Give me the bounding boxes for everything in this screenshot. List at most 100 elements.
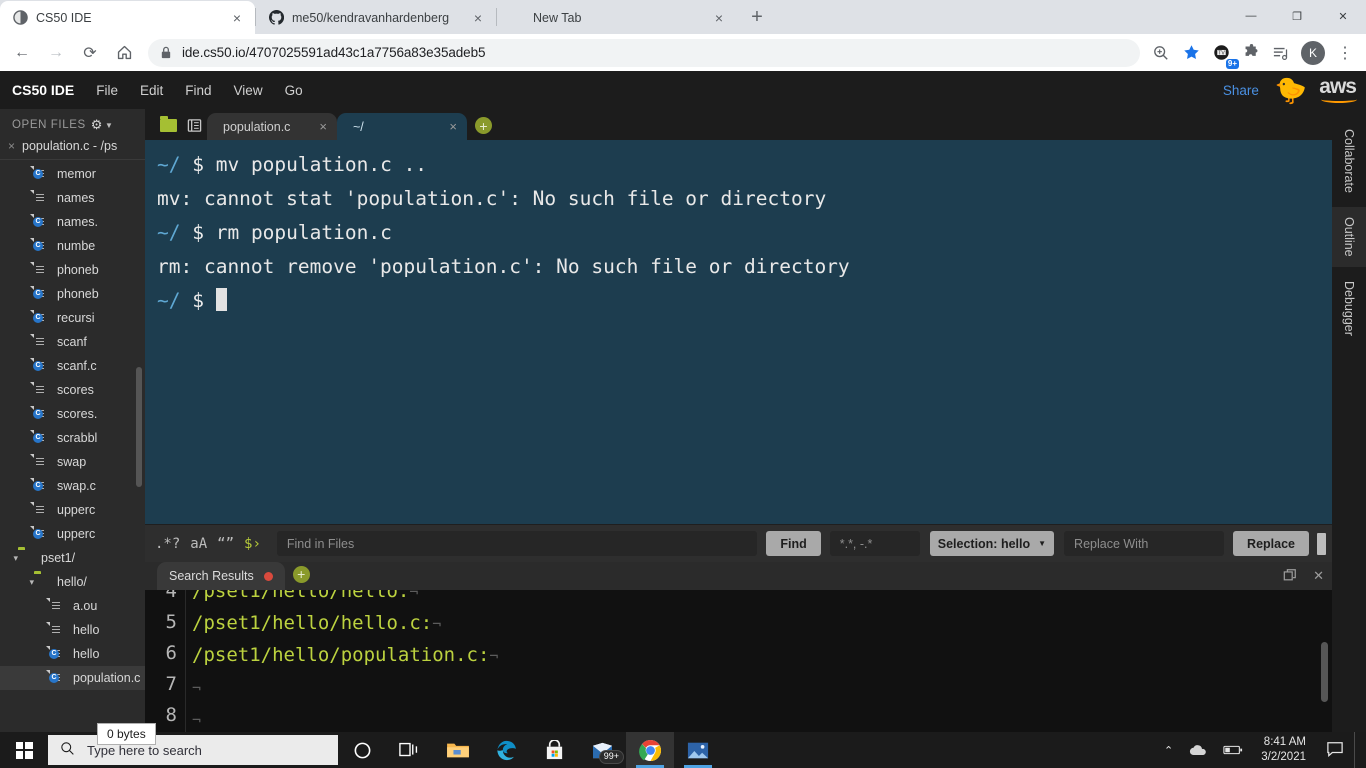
restore-icon[interactable] [1283, 568, 1297, 585]
chrome-icon[interactable] [626, 732, 674, 768]
tree-file[interactable]: Cnames. [0, 210, 145, 234]
search-result-line[interactable]: /pset1/hello/hello.c:¬ [192, 608, 1332, 640]
rail-tab-outline[interactable]: Outline [1332, 206, 1366, 267]
editor-tab-population-c[interactable]: population.c × [207, 113, 337, 140]
tree-file[interactable]: Cpopulation.c [0, 666, 145, 690]
close-icon[interactable]: × [709, 8, 729, 28]
tree-file[interactable]: upperc [0, 498, 145, 522]
taskbar-search-input[interactable]: Type here to search [48, 735, 338, 765]
browser-tab-github[interactable]: me50/kendravanhardenberg × [256, 1, 496, 34]
open-file-item[interactable]: × population.c - /ps [0, 137, 145, 159]
battery-icon[interactable] [1215, 744, 1251, 756]
tree-file[interactable]: scanf [0, 330, 145, 354]
match-case-toggle[interactable]: aA [190, 536, 207, 552]
tree-file[interactable]: Cupperc [0, 522, 145, 546]
close-icon[interactable]: × [227, 8, 247, 28]
tree-file[interactable]: hello [0, 618, 145, 642]
notification-icon[interactable] [1316, 741, 1354, 760]
menu-go[interactable]: Go [285, 83, 303, 98]
reading-list-icon[interactable] [1266, 38, 1296, 68]
find-button[interactable]: Find [766, 531, 821, 556]
search-scope-dropdown[interactable]: Selection: hello ▼ [929, 531, 1055, 556]
photos-icon[interactable] [674, 732, 722, 768]
tree-folder[interactable]: ▾ hello/ [0, 570, 145, 594]
tree-file[interactable]: Crecursi [0, 306, 145, 330]
replace-input[interactable]: Replace With [1064, 531, 1225, 556]
tree-folder[interactable]: ▾ pset1/ [0, 546, 145, 570]
tree-twisty[interactable]: ▾ [0, 553, 18, 564]
back-button[interactable]: ← [6, 37, 38, 69]
new-terminal-tab-button[interactable]: + [475, 117, 492, 134]
maximize-button[interactable]: ❐ [1274, 0, 1320, 32]
terminal-tab-home[interactable]: ~/ × [337, 113, 467, 140]
cloud-icon[interactable] [1181, 744, 1215, 757]
tree-file[interactable]: scores [0, 378, 145, 402]
split-panel-icon[interactable] [181, 112, 207, 138]
search-result-line[interactable]: /pset1/hello/population.c:¬ [192, 640, 1332, 672]
close-icon[interactable]: ✕ [1313, 568, 1324, 584]
reload-button[interactable]: ⟳ [74, 37, 106, 69]
tree-file[interactable]: names [0, 186, 145, 210]
extension-icon[interactable]: TV 9+ [1206, 38, 1239, 69]
avatar[interactable]: K [1301, 40, 1325, 65]
tree-file[interactable]: swap [0, 450, 145, 474]
close-icon[interactable]: × [468, 8, 488, 28]
tree-file[interactable]: Cscrabbl [0, 426, 145, 450]
tray-chevron-icon[interactable]: ⌃ [1156, 744, 1181, 757]
tree-file[interactable]: Cscanf.c [0, 354, 145, 378]
menu-find[interactable]: Find [185, 83, 211, 98]
home-button[interactable] [108, 37, 140, 69]
rail-tab-debugger[interactable]: Debugger [1332, 271, 1366, 346]
search-results-content[interactable]: 45678 /pset1/hello/hello:¬/pset1/hello/h… [145, 590, 1332, 732]
tree-file[interactable]: Cnumbe [0, 234, 145, 258]
search-results-scrollbar[interactable] [1321, 642, 1328, 702]
browser-tab-new-tab[interactable]: New Tab × [497, 1, 737, 34]
file-filter-input[interactable]: *.*, -.* [829, 531, 920, 556]
show-desktop-button[interactable] [1354, 732, 1362, 768]
search-result-line[interactable]: ¬ [192, 672, 1332, 704]
rail-tab-collaborate[interactable]: Collaborate [1332, 119, 1366, 203]
taskbar-clock[interactable]: 8:41 AM 3/2/2021 [1251, 735, 1316, 765]
microsoft-store-icon[interactable] [530, 732, 578, 768]
tree-file[interactable]: Cscores. [0, 402, 145, 426]
console-toggle[interactable]: $› [244, 536, 261, 552]
tree-file[interactable]: Cswap.c [0, 474, 145, 498]
tree-file[interactable]: phoneb [0, 258, 145, 282]
puzzle-icon[interactable] [1236, 38, 1266, 68]
start-button[interactable] [0, 732, 48, 768]
tree-twisty[interactable]: ▾ [0, 577, 34, 588]
close-icon[interactable]: × [449, 119, 457, 134]
tree-file[interactable]: Chello [0, 642, 145, 666]
forward-button[interactable]: → [40, 37, 72, 69]
star-icon[interactable] [1176, 38, 1206, 68]
whole-word-toggle[interactable]: “” [217, 536, 234, 552]
edge-icon[interactable] [482, 732, 530, 768]
menu-edit[interactable]: Edit [140, 83, 163, 98]
address-bar[interactable]: ide.cs50.io/4707025591ad43c1a7756a83e35a… [148, 38, 1140, 67]
gear-icon[interactable]: ⚙ [91, 117, 103, 133]
new-tab-button[interactable]: + [743, 3, 771, 31]
tree-file[interactable]: Cmemor [0, 162, 145, 186]
find-input[interactable]: Find in Files [276, 531, 758, 556]
search-result-line[interactable]: ¬ [192, 704, 1332, 732]
file-explorer-icon[interactable] [434, 732, 482, 768]
browser-tab-cs50-ide[interactable]: CS50 IDE × [0, 1, 255, 34]
sidebar-scrollbar[interactable] [136, 367, 142, 487]
zoom-in-icon[interactable] [1146, 38, 1176, 68]
minimize-button[interactable]: — [1228, 0, 1274, 32]
task-view-icon[interactable] [386, 732, 434, 768]
close-icon[interactable]: × [319, 119, 327, 134]
close-icon[interactable]: × [8, 139, 15, 153]
tree-file[interactable]: a.ou [0, 594, 145, 618]
resize-grip[interactable] [1317, 532, 1326, 555]
mail-icon[interactable]: 99+ [578, 732, 626, 768]
cortana-icon[interactable] [338, 732, 386, 768]
share-button[interactable]: Share [1223, 83, 1259, 98]
tree-file[interactable]: Cphoneb [0, 282, 145, 306]
chevron-down-icon[interactable]: ▼ [105, 121, 114, 130]
new-results-tab-button[interactable]: + [292, 565, 310, 583]
menu-view[interactable]: View [234, 83, 263, 98]
terminal-output[interactable]: ~/ $ mv population.c .. mv: cannot stat '… [145, 140, 1332, 524]
regex-toggle[interactable]: .*? [155, 536, 180, 552]
menu-file[interactable]: File [96, 83, 118, 98]
